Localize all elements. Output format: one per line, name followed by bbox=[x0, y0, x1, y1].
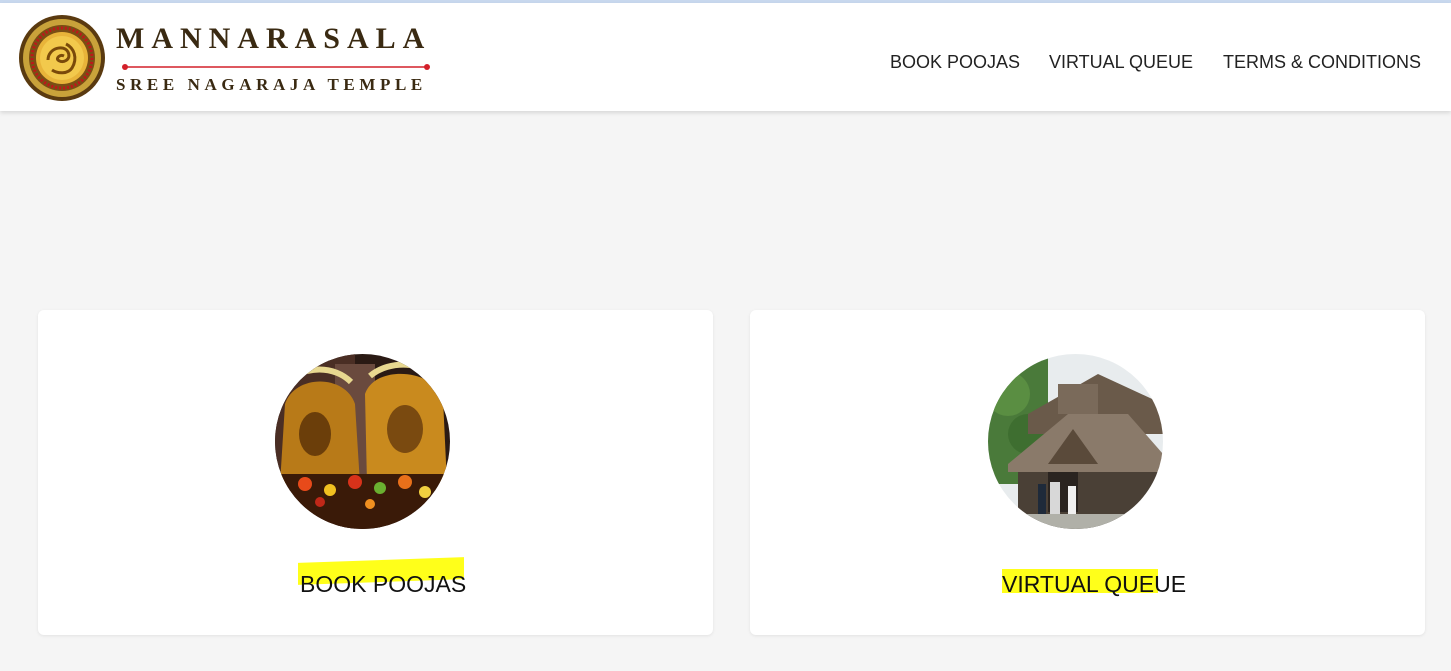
site-header: MANNARASALA SREE NAGARAJA TEMPLE BOOK PO… bbox=[0, 3, 1451, 111]
brand-divider bbox=[122, 64, 430, 70]
nav-terms-conditions[interactable]: TERMS & CONDITIONS bbox=[1223, 51, 1421, 73]
serpent-idols-image[interactable] bbox=[275, 354, 450, 529]
book-poojas-card[interactable]: BOOK POOJAS bbox=[38, 310, 713, 635]
temple-building-image[interactable] bbox=[988, 354, 1163, 529]
brand-subtitle: SREE NAGARAJA TEMPLE bbox=[116, 75, 427, 94]
virtual-queue-card[interactable]: VIRTUAL QUEUE bbox=[750, 310, 1425, 635]
brand-title: MANNARASALA bbox=[116, 22, 432, 55]
temple-emblem-icon[interactable] bbox=[18, 14, 106, 102]
nav-book-poojas[interactable]: BOOK POOJAS bbox=[890, 51, 1020, 73]
nav-virtual-queue[interactable]: VIRTUAL QUEUE bbox=[1049, 51, 1193, 73]
virtual-queue-label[interactable]: VIRTUAL QUEUE bbox=[1002, 569, 1186, 599]
book-poojas-label[interactable]: BOOK POOJAS bbox=[300, 569, 466, 599]
